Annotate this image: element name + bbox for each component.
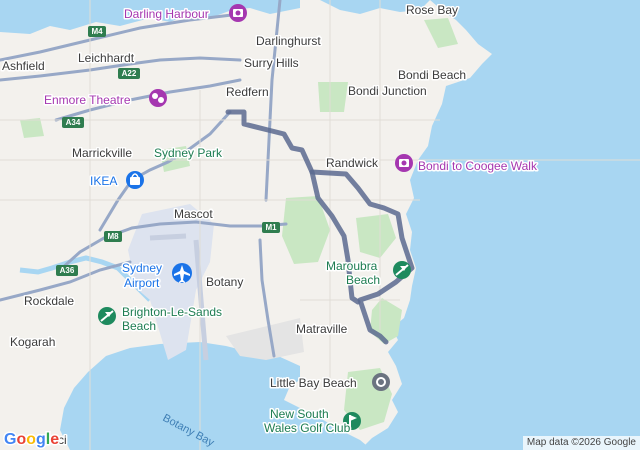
attraction-icon[interactable] <box>229 4 247 22</box>
park-area <box>318 82 348 112</box>
airport-runway <box>149 233 187 241</box>
place-label-rockdale: Rockdale <box>24 294 74 308</box>
place-label-mascot: Mascot <box>174 207 213 221</box>
place-label-maroubra-beach[interactable]: Maroubra <box>325 258 380 275</box>
svg-text:A34: A34 <box>66 118 81 127</box>
svg-text:A22: A22 <box>122 69 137 78</box>
shield-a22: A22 <box>118 68 140 79</box>
beach-icon[interactable] <box>393 261 411 279</box>
svg-text:M8: M8 <box>107 232 119 241</box>
svg-text:M1: M1 <box>265 223 277 232</box>
place-label-redfern: Redfern <box>226 85 269 99</box>
place-label-leichhardt: Leichhardt <box>78 51 135 65</box>
place-label-darling-harbour[interactable]: Darling Harbour <box>123 6 211 23</box>
svg-text:M4: M4 <box>91 27 103 36</box>
place-label-marrickville: Marrickville <box>72 146 132 160</box>
place-label-matraville: Matraville <box>296 322 348 336</box>
map-canvas[interactable]: M4 A22 A34 M8 A36 M1 Darling Harbour Ros… <box>0 0 640 450</box>
place-label-partial: ci <box>58 433 67 447</box>
place-label-sydney-park[interactable]: Sydney Park <box>153 145 225 162</box>
place-label-brighton-le-sands-beach[interactable]: Brighton-Le-Sands <box>121 304 224 321</box>
place-label-enmore-theatre[interactable]: Enmore Theatre <box>43 92 133 109</box>
beach-icon[interactable] <box>98 307 116 325</box>
google-logo: Google <box>4 431 59 448</box>
airplane-icon[interactable] <box>172 263 192 283</box>
place-label-botany: Botany <box>206 275 243 289</box>
place-label-brighton-le-sands-beach-line2[interactable]: Beach <box>121 318 158 335</box>
shield-m4: M4 <box>88 26 106 37</box>
shield-m8: M8 <box>104 231 122 242</box>
place-label-rose-bay: Rose Bay <box>406 3 458 17</box>
shopping-bag-icon[interactable] <box>126 171 144 189</box>
theatre-icon[interactable] <box>149 89 167 107</box>
attraction-icon[interactable] <box>395 154 413 172</box>
place-label-nsw-golf-club[interactable]: New South <box>269 406 331 423</box>
place-label-maroubra-beach-line2[interactable]: Beach <box>345 272 382 289</box>
place-label-nsw-golf-club-line2[interactable]: Wales Golf Club <box>263 420 353 437</box>
svg-text:A36: A36 <box>60 266 75 275</box>
place-label-bondi-junction: Bondi Junction <box>348 84 427 98</box>
shield-a36: A36 <box>56 265 78 276</box>
place-label-darlinghurst: Darlinghurst <box>256 34 321 48</box>
map-attribution[interactable]: Map data ©2026 Google <box>522 436 640 450</box>
place-label-sydney-airport-line2[interactable]: Airport <box>123 275 162 292</box>
place-label-surry-hills: Surry Hills <box>244 56 299 70</box>
place-label-randwick: Randwick <box>326 156 379 170</box>
place-label-ikea[interactable]: IKEA <box>89 173 119 190</box>
place-label-bondi-coogee-walk[interactable]: Bondi to Coogee Walk <box>417 158 540 175</box>
place-label-bondi-beach: Bondi Beach <box>398 68 466 82</box>
park-area <box>20 118 44 138</box>
place-label-ashfield: Ashfield <box>2 59 45 73</box>
shield-m1: M1 <box>262 222 280 233</box>
place-label-kogarah: Kogarah <box>10 335 55 349</box>
shield-a34: A34 <box>62 117 84 128</box>
place-label-little-bay-beach[interactable]: Little Bay Beach <box>269 375 359 392</box>
place-label-sydney-airport[interactable]: Sydney <box>121 260 164 277</box>
camera-icon[interactable] <box>372 373 390 391</box>
